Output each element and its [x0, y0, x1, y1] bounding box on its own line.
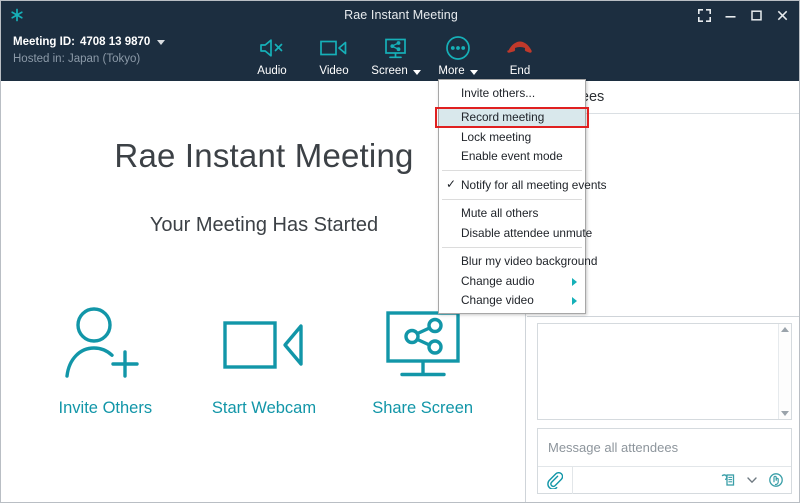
menu-item-mute-all-others[interactable]: Mute all others — [439, 204, 585, 224]
menu-item-invite-others[interactable]: Invite others... — [439, 83, 585, 103]
chat-panel: Message all attendees — [527, 317, 799, 502]
audio-button-label: Audio — [257, 65, 287, 77]
video-button[interactable]: Video — [303, 31, 365, 77]
submenu-arrow-icon — [572, 297, 577, 305]
screen-button[interactable]: Screen — [365, 31, 427, 77]
menu-item-label: Lock meeting — [461, 129, 532, 144]
menu-item-label: Change video — [461, 293, 534, 308]
scroll-down-arrow-icon[interactable] — [781, 411, 789, 416]
close-button[interactable] — [769, 1, 795, 29]
speaker-muted-icon — [259, 35, 285, 61]
chevron-down-icon[interactable] — [157, 39, 166, 45]
menu-separator — [442, 198, 582, 200]
menu-item-label: Blur my video background — [461, 254, 598, 269]
end-button[interactable]: End — [489, 31, 551, 77]
start-webcam-label: Start Webcam — [211, 399, 317, 417]
menu-item-enable-event-mode[interactable]: Enable event mode — [439, 147, 585, 167]
more-dropdown-menu: Invite others... Record meeting Lock mee… — [438, 79, 607, 314]
menu-item-label: Enable event mode — [461, 149, 563, 164]
chat-message-log — [537, 323, 792, 420]
menu-separator — [442, 246, 582, 248]
menu-item-change-audio[interactable]: Change audio — [439, 271, 585, 291]
menu-item-disable-attendee-unmute[interactable]: Disable attendee unmute — [439, 223, 592, 243]
raise-hand-icon[interactable] — [768, 472, 784, 488]
menu-item-label: Notify for all meeting events — [461, 177, 607, 192]
video-camera-icon — [219, 303, 309, 385]
menu-item-blur-video-background[interactable]: Blur my video background — [439, 252, 597, 272]
menu-item-notify-all-events[interactable]: ✓ Notify for all meeting events — [439, 175, 607, 195]
chevron-down-icon[interactable] — [469, 69, 478, 75]
menu-item-lock-meeting[interactable]: Lock meeting — [439, 127, 585, 147]
meeting-id-label: Meeting ID: — [13, 36, 75, 48]
screen-share-icon — [380, 303, 466, 385]
more-button-label: More — [438, 65, 465, 77]
chat-message-input[interactable]: Message all attendees — [538, 429, 791, 466]
screen-button-label: Screen — [371, 65, 408, 77]
meeting-window: Rae Instant Meeting Meeting ID: 4708 13 … — [0, 0, 800, 503]
window-title: Rae Instant Meeting — [344, 8, 458, 22]
meeting-info: Meeting ID: 4708 13 9870 Hosted in: Japa… — [13, 36, 166, 65]
more-button[interactable]: More — [427, 31, 489, 77]
video-button-label: Video — [319, 65, 349, 77]
attach-file-icon[interactable] — [546, 471, 563, 489]
video-camera-icon — [319, 35, 349, 61]
chat-input-container: Message all attendees — [537, 428, 792, 494]
toolbar-buttons: Audio Video Screen More End — [241, 31, 551, 77]
maximize-button[interactable] — [743, 1, 769, 29]
audio-button[interactable]: Audio — [241, 31, 303, 77]
start-webcam-action[interactable]: Start Webcam — [189, 303, 339, 418]
title-bar: Rae Instant Meeting — [1, 1, 799, 29]
menu-item-label: Disable attendee unmute — [461, 225, 593, 240]
menu-item-label: Change audio — [461, 273, 535, 288]
window-controls — [691, 1, 795, 29]
meeting-id-row[interactable]: Meeting ID: 4708 13 9870 — [13, 36, 166, 48]
menu-item-label: Invite others... — [461, 85, 536, 100]
menu-separator — [442, 170, 582, 171]
more-dots-icon — [445, 35, 471, 61]
end-call-icon — [505, 35, 535, 61]
menu-item-record-meeting[interactable]: Record meeting — [439, 107, 585, 127]
submenu-arrow-icon — [572, 277, 577, 286]
add-person-icon — [62, 303, 148, 385]
share-screen-label: Share Screen — [372, 399, 474, 417]
chat-toolbar — [538, 466, 791, 494]
menu-item-change-video[interactable]: Change video — [439, 291, 585, 311]
fullscreen-button[interactable] — [691, 1, 717, 29]
asterisk-logo-icon — [9, 7, 25, 23]
stage-actions: Invite Others Start Webcam Share Screen — [2, 303, 526, 418]
checkmark-icon: ✓ — [446, 177, 457, 191]
emoji-sticker-icon[interactable] — [720, 472, 736, 488]
hosted-in-label: Hosted in: Japan (Tokyo) — [13, 53, 141, 65]
invite-others-label: Invite Others — [58, 399, 153, 417]
scroll-up-arrow-icon[interactable] — [781, 327, 789, 332]
chevron-down-icon[interactable] — [412, 69, 421, 75]
menu-item-label: Mute all others — [461, 206, 539, 221]
chat-scrollbar[interactable] — [778, 324, 791, 419]
screen-share-icon — [383, 35, 409, 61]
chat-toolbar-divider — [572, 466, 573, 494]
share-screen-action[interactable]: Share Screen — [348, 303, 498, 418]
end-button-label: End — [509, 65, 531, 77]
invite-others-action[interactable]: Invite Others — [30, 303, 180, 418]
meeting-id-value: 4708 13 9870 — [79, 36, 151, 48]
meeting-toolbar: Meeting ID: 4708 13 9870 Hosted in: Japa… — [1, 29, 799, 81]
menu-item-label: Record meeting — [461, 110, 545, 125]
minimize-button[interactable] — [717, 1, 743, 29]
chevron-down-icon[interactable] — [745, 473, 759, 487]
